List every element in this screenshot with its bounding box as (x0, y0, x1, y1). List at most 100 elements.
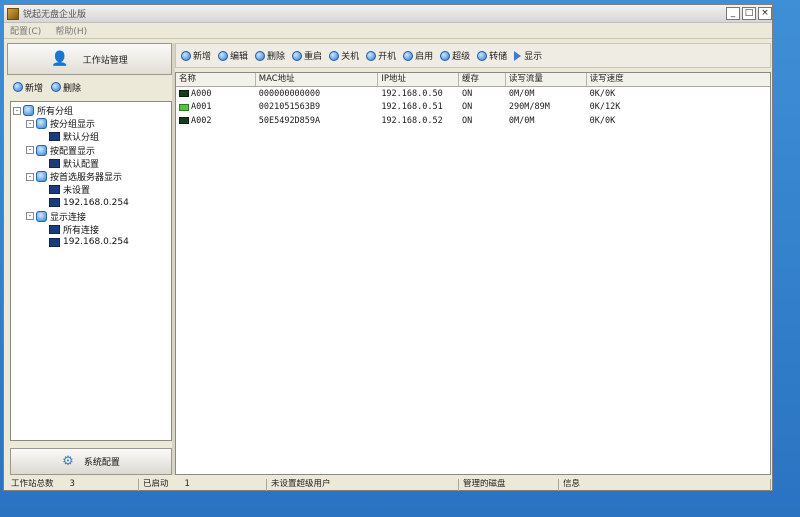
tree-node[interactable]: - 按配置显示 (13, 144, 171, 157)
toolbar-button-label: 启用 (415, 52, 434, 62)
online-station-icon (179, 103, 189, 111)
collapse-toggle[interactable]: - (26, 212, 34, 221)
collapse-toggle[interactable]: - (26, 119, 34, 128)
table-row[interactable]: A002 50E5492D859A 192.168.0.52 ON 0M/0M 0K/0K (176, 114, 770, 128)
cell-text: A002 (191, 115, 212, 126)
tree-node[interactable]: 192.168.0.254 (13, 236, 171, 249)
tree-node[interactable]: 192.168.0.254 (13, 196, 171, 209)
tree-node[interactable]: 所有连接 (13, 223, 171, 236)
toolbar-button[interactable]: 编辑 (218, 49, 248, 62)
menu-help[interactable]: 帮助(H) (55, 24, 87, 37)
add-icon (181, 50, 191, 61)
table-cell: 192.168.0.52 (378, 116, 459, 126)
group-action-bar: 新增 删除 (7, 77, 172, 97)
column-header[interactable]: IP地址 (378, 73, 460, 86)
maximize-button[interactable]: □ (742, 7, 756, 20)
cell-text: ON (462, 115, 473, 126)
toolbar-button-label: 重启 (304, 52, 323, 62)
cell-text: ON (462, 88, 473, 99)
status-label: 信息 (563, 479, 581, 489)
workstation-manage-button[interactable]: 👤 工作站管理 (7, 43, 172, 75)
tree-node[interactable]: - 按分组显示 (13, 117, 171, 130)
cell-text: 192.168.0.51 (381, 102, 443, 113)
column-header[interactable]: MAC地址 (256, 73, 379, 86)
workstation-icon: 👤 (51, 51, 69, 67)
cell-text: 50E5492D859A (258, 115, 321, 126)
close-button[interactable]: × (758, 7, 772, 20)
group-icon (36, 144, 47, 156)
toolbar-button-label: 删除 (267, 52, 286, 62)
group-delete-button[interactable]: 删除 (51, 81, 81, 94)
group-add-button[interactable]: 新增 (13, 81, 43, 94)
status-label: 已启动 (143, 479, 169, 489)
group-icon (36, 171, 47, 183)
table-cell: 0M/0M (506, 89, 587, 99)
status-cell: 管理的磁盘 (459, 479, 559, 491)
status-cell: 信息 (559, 479, 771, 491)
system-config-label: 系统配置 (83, 458, 120, 468)
group-icon (36, 210, 47, 222)
left-panel: 👤 工作站管理 新增 删除 - 所有分组 - 按分组显示 默认分组 - 按配置显示 默认配置 -… (7, 43, 172, 475)
menu-config[interactable]: 配置(C) (10, 24, 41, 37)
toolbar-button[interactable]: 新增 (181, 49, 211, 62)
workstation-icon (49, 158, 60, 168)
tree-node[interactable]: - 显示连接 (13, 210, 171, 223)
column-header[interactable]: 名称 (176, 73, 256, 86)
tree-node-label: 默认分组 (63, 133, 100, 144)
group-tree[interactable]: - 所有分组 - 按分组显示 默认分组 - 按配置显示 默认配置 - 按首选服务器显示 未设置 192… (10, 101, 172, 441)
tree-node[interactable]: 默认分组 (13, 130, 171, 143)
toolbar-button-label: 关机 (341, 52, 360, 62)
tree-node[interactable]: 默认配置 (13, 157, 171, 170)
workstation-icon (49, 185, 60, 195)
group-delete-label: 删除 (63, 83, 82, 94)
toolbar-button[interactable]: 重启 (292, 49, 322, 62)
tree-node-label: 192.168.0.254 (63, 197, 129, 208)
tree-node-label: 默认配置 (63, 159, 100, 170)
workstation-icon (49, 198, 60, 208)
table-row[interactable]: A000 000000000000 192.168.0.50 ON 0M/0M 0K/0K (176, 87, 770, 101)
tree-node[interactable]: - 所有分组 (13, 104, 171, 117)
delete-icon (255, 50, 266, 61)
tree-node[interactable]: - 按首选服务器显示 (13, 170, 171, 183)
group-icon (23, 105, 34, 117)
tree-node[interactable]: 未设置 (13, 183, 171, 196)
table-body: A000 000000000000 192.168.0.50 ON 0M/0M 0K/0K… (176, 87, 770, 128)
cell-text: A000 (191, 88, 212, 99)
status-cell: 已启动 1 (139, 479, 267, 491)
system-config-button[interactable]: ⚙ 系统配置 (10, 448, 172, 475)
status-value: 1 (184, 479, 190, 489)
super-icon (440, 50, 451, 61)
collapse-toggle[interactable]: - (26, 146, 34, 155)
table-cell: 000000000000 (256, 89, 379, 99)
menu-bar: 配置(C) 帮助(H) (4, 23, 772, 39)
tree-node-label: 所有连接 (63, 225, 100, 236)
table-row[interactable]: A001 0021051563B9 192.168.0.51 ON 290M/89M 0K… (176, 101, 770, 115)
column-header[interactable]: 缓存 (459, 73, 506, 86)
toolbar-button[interactable]: 启用 (403, 49, 433, 62)
column-header[interactable]: 读写流量 (506, 73, 587, 86)
collapse-toggle[interactable]: - (26, 172, 34, 181)
group-icon (36, 118, 47, 130)
tree-node-label: 未设置 (63, 186, 91, 197)
collapse-toggle[interactable]: - (13, 106, 21, 115)
toolbar-button[interactable]: 转储 (477, 49, 507, 62)
cell-text: 0021051563B9 (258, 102, 321, 113)
column-header[interactable]: 读写速度 (587, 73, 770, 86)
toolbar-button[interactable]: 开机 (366, 49, 396, 62)
toolbar-button[interactable]: 显示 (514, 49, 542, 62)
toolbar-button[interactable]: 删除 (255, 49, 285, 62)
title-bar[interactable]: 锐起无盘企业版 _ □ × (4, 5, 772, 23)
main-window: 锐起无盘企业版 _ □ × 配置(C) 帮助(H) 👤 工作站管理 新增 删除 … (3, 4, 773, 491)
toolbar-button[interactable]: 关机 (329, 49, 359, 62)
status-label: 工作站总数 (11, 479, 54, 489)
cell-text: A001 (191, 102, 212, 113)
cell-text: 0K/0K (589, 88, 616, 99)
right-panel: 新增 编辑 删除 重启 关机 开机 启用 超级 转储 显示 名称 MAC地址 IP地址 缓存 读写流量 读写… (175, 43, 771, 475)
tree-node-label: 显示连接 (50, 212, 87, 223)
table-header: 名称 MAC地址 IP地址 缓存 读写流量 读写速度 (176, 73, 770, 87)
minimize-button[interactable]: _ (726, 7, 740, 20)
offline-station-icon (179, 90, 189, 98)
table-cell: 192.168.0.51 (378, 102, 459, 112)
toolbar-button[interactable]: 超级 (440, 49, 470, 62)
tree-node-label: 按首选服务器显示 (50, 173, 123, 184)
